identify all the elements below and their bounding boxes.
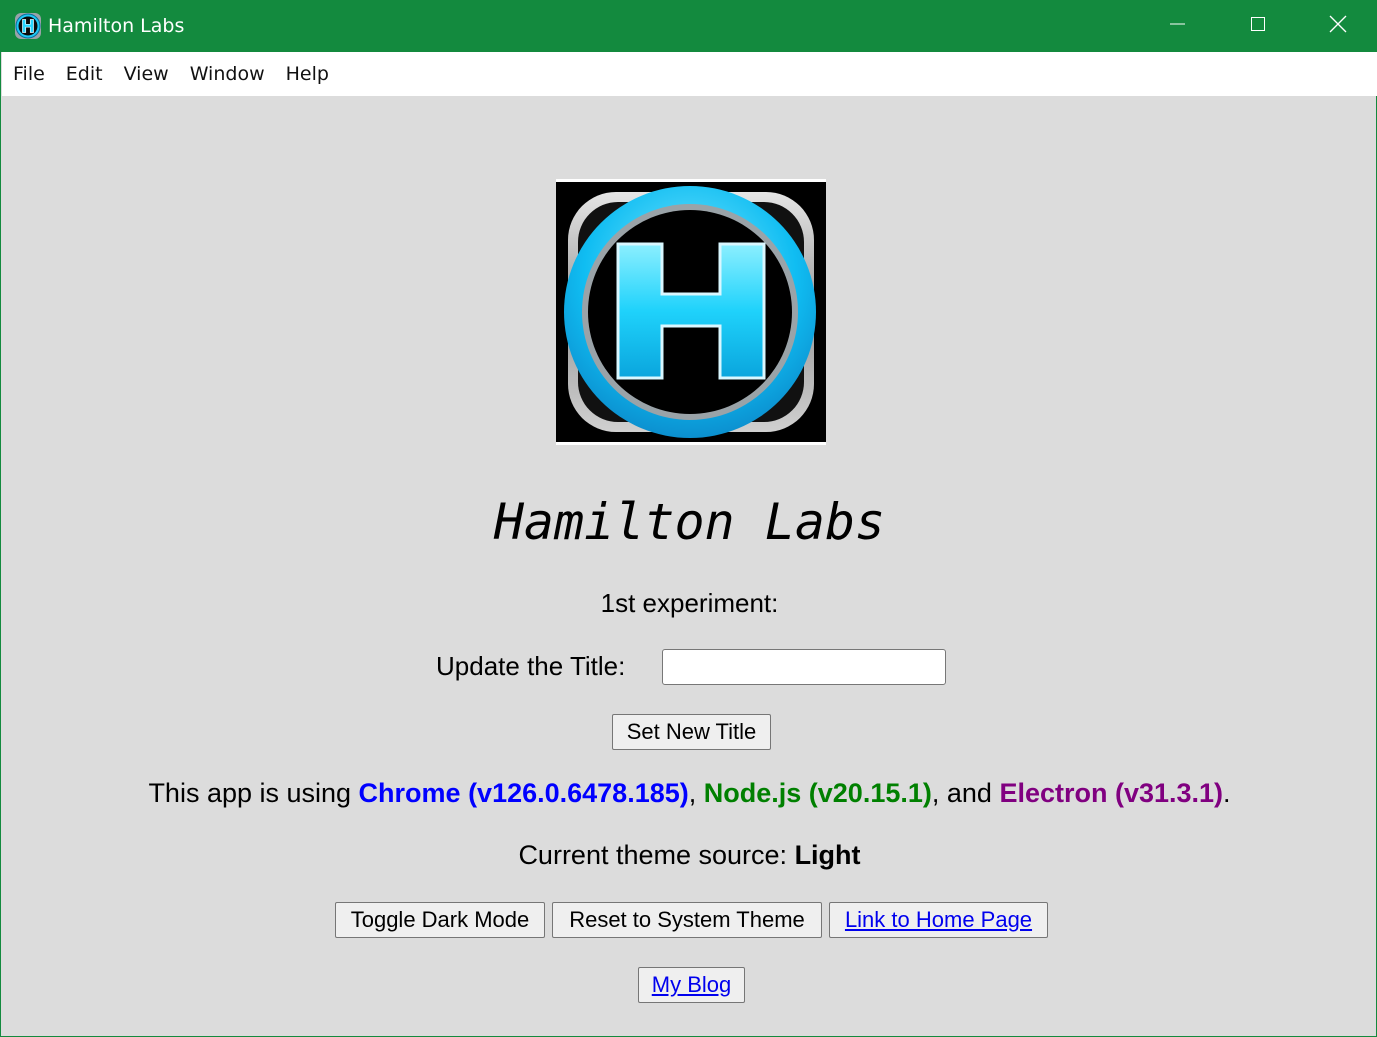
menu-edit[interactable]: Edit [55, 63, 113, 85]
hamilton-labs-logo [556, 179, 826, 445]
menu-bar: File Edit View Window Help [2, 52, 1377, 96]
window-title: Hamilton Labs [48, 15, 185, 37]
toggle-dark-mode-button[interactable]: Toggle Dark Mode [335, 902, 545, 938]
version-info: This app is using Chrome (v126.0.6478.18… [1, 778, 1377, 809]
reset-system-theme-button[interactable]: Reset to System Theme [552, 902, 822, 938]
update-title-label: Update the Title: [436, 651, 626, 681]
menu-file[interactable]: File [2, 63, 55, 85]
close-button[interactable] [1298, 0, 1377, 52]
app-logo-icon [14, 12, 42, 40]
page-heading: Hamilton Labs [493, 493, 886, 551]
home-page-button[interactable]: Link to Home Page [829, 902, 1048, 938]
electron-version: Electron (v31.3.1) [999, 778, 1224, 808]
chrome-version: Chrome (v126.0.6478.185) [358, 778, 689, 808]
menu-view[interactable]: View [113, 63, 179, 85]
version-suffix: . [1223, 778, 1231, 808]
window-controls [1138, 0, 1377, 52]
app-window: Hamilton Labs File Edit View Window Help… [0, 0, 1377, 1037]
home-page-link[interactable]: Link to Home Page [845, 907, 1032, 933]
maximize-icon [1250, 16, 1266, 37]
my-blog-link[interactable]: My Blog [652, 972, 731, 998]
set-new-title-button[interactable]: Set New Title [612, 714, 771, 750]
version-sep-1: , [688, 778, 704, 808]
main-content: Hamilton Labs 1st experiment: Update the… [1, 96, 1377, 1037]
my-blog-button[interactable]: My Blog [638, 967, 745, 1003]
close-icon [1329, 15, 1347, 38]
menu-window[interactable]: Window [179, 63, 275, 85]
reset-system-theme-label: Reset to System Theme [569, 907, 805, 932]
theme-source-value: Light [794, 840, 861, 870]
toggle-dark-mode-label: Toggle Dark Mode [350, 907, 530, 932]
version-prefix: This app is using [148, 778, 359, 808]
version-sep-2: , and [931, 778, 1000, 808]
title-input[interactable] [662, 649, 946, 685]
theme-source: Current theme source: Light [1, 840, 1377, 871]
title-bar[interactable]: Hamilton Labs [1, 0, 1377, 52]
set-new-title-label: Set New Title [626, 719, 757, 744]
node-version: Node.js (v20.15.1) [703, 778, 932, 808]
minimize-button[interactable] [1138, 0, 1218, 52]
menu-help[interactable]: Help [275, 63, 339, 85]
minimize-icon [1170, 16, 1186, 37]
theme-source-label: Current theme source: [518, 840, 795, 870]
experiment-label: 1st experiment: [600, 588, 779, 618]
maximize-button[interactable] [1218, 0, 1298, 52]
